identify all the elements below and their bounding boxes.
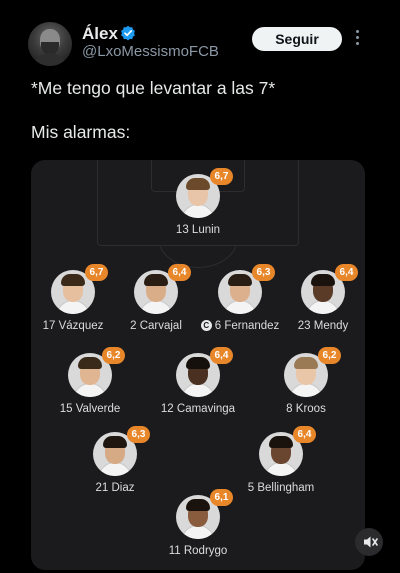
player-name: Camavinga [176, 403, 236, 415]
player-number: 15 [59, 403, 73, 415]
player-name: Bellingham [257, 482, 315, 494]
player-number: 5 [247, 482, 255, 494]
rating-badge: 6,2 [318, 347, 341, 364]
player-number: 8 [286, 403, 293, 415]
player-card[interactable]: 6,4 12 Camavinga [138, 347, 258, 429]
player-number: 11 [168, 545, 181, 557]
player-label: 5 Bellingham [221, 482, 341, 494]
player-number: 13 [175, 224, 189, 236]
player-number: 23 [297, 320, 311, 332]
author-handle[interactable]: @LxoMessismoFCB [82, 43, 219, 60]
player-card[interactable]: 6,1 11 Rodrygo [138, 489, 258, 570]
rating-badge: 6,4 [335, 264, 358, 281]
player-number: 6 [214, 320, 222, 332]
follow-button[interactable]: Seguir [252, 27, 342, 51]
avatar[interactable] [28, 22, 72, 66]
player-label: 21 Diaz [55, 482, 175, 494]
player-name: Valverde [75, 403, 121, 415]
player-label: 8 Kroos [246, 403, 365, 415]
author-name[interactable]: Álex [82, 24, 118, 44]
player-card[interactable]: 6,4 23 Mendy [263, 264, 365, 346]
player-name: Mendy [313, 320, 349, 332]
player-number: 12 [160, 403, 174, 415]
player-label: 23 Mendy [263, 320, 365, 332]
rating-badge: 6,2 [102, 347, 125, 364]
player-card[interactable]: 6,2 8 Kroos [246, 347, 365, 429]
player-name: Lunin [191, 224, 221, 236]
player-number: 21 [95, 482, 109, 494]
rating-badge: 6,3 [127, 426, 150, 443]
lineup-pitch: 6,7 13 Lunin 6,7 17 Vázquez 6,4 2 Carvajal 6,3… [31, 160, 365, 570]
player-number: 17 [42, 320, 56, 332]
player-name: Rodrygo [183, 545, 228, 557]
player-label: 11 Rodrygo [138, 545, 258, 557]
player-label: 13 Lunin [138, 224, 258, 236]
volume-muted-icon[interactable] [355, 528, 383, 556]
rating-badge: 6,7 [210, 168, 233, 185]
more-dots-icon[interactable] [352, 30, 362, 48]
player-card[interactable]: 6,7 13 Lunin [138, 168, 258, 250]
post-text-line-2: Mis alarmas: [31, 122, 131, 142]
player-name: Carvajal [139, 320, 182, 332]
post-header: Álex @LxoMessismoFCB Seguir [0, 0, 400, 66]
post-text-line-1: *Me tengo que levantar a las 7* [31, 78, 276, 98]
player-card[interactable]: 6,2 15 Valverde [31, 347, 150, 429]
verified-badge-icon [121, 25, 135, 41]
rating-badge: 6,1 [210, 489, 233, 506]
player-name: Kroos [295, 403, 326, 415]
player-name: Diaz [111, 482, 135, 494]
captain-badge: C [200, 320, 212, 331]
player-number: 2 [130, 320, 137, 332]
rating-badge: 6,4 [210, 347, 233, 364]
player-label: 12 Camavinga [138, 403, 258, 415]
rating-badge: 6,4 [293, 426, 316, 443]
player-label: 15 Valverde [31, 403, 150, 415]
